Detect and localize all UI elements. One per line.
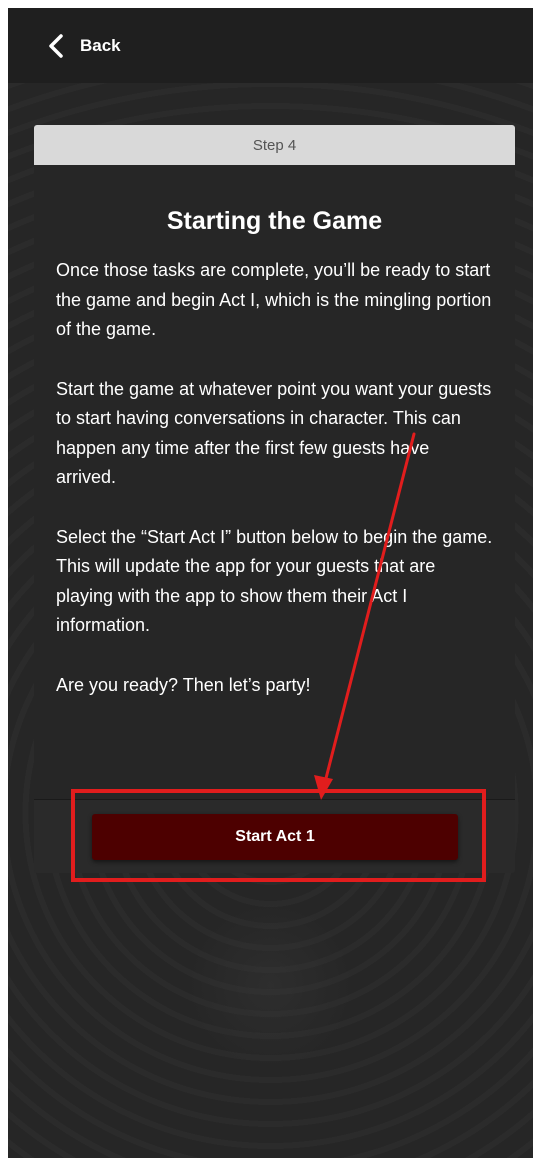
chevron-left-icon [48, 33, 64, 59]
paragraph-1: Once those tasks are complete, you’ll be… [56, 260, 492, 339]
step-indicator: Step 4 [34, 125, 515, 165]
card-footer: Start Act 1 [34, 799, 515, 873]
paragraph-2: Start the game at whatever point you wan… [56, 378, 492, 488]
top-bar: Back [8, 8, 533, 83]
page-title: Starting the Game [166, 207, 383, 235]
instructions-text: Once those tasks are complete, you’ll be… [34, 256, 515, 700]
paragraph-4: Are you ready? Then let’s party! [56, 674, 311, 695]
step-card: Step 4 Starting the Game Once those task… [34, 125, 515, 873]
app-screen: Back Step 4 Starting the Game Once those… [8, 8, 533, 1158]
paragraph-3: Select the “Start Act I” button below to… [56, 526, 493, 636]
back-button[interactable]: Back [48, 33, 121, 59]
back-label: Back [80, 35, 121, 55]
start-act-button[interactable]: Start Act 1 [92, 814, 458, 860]
